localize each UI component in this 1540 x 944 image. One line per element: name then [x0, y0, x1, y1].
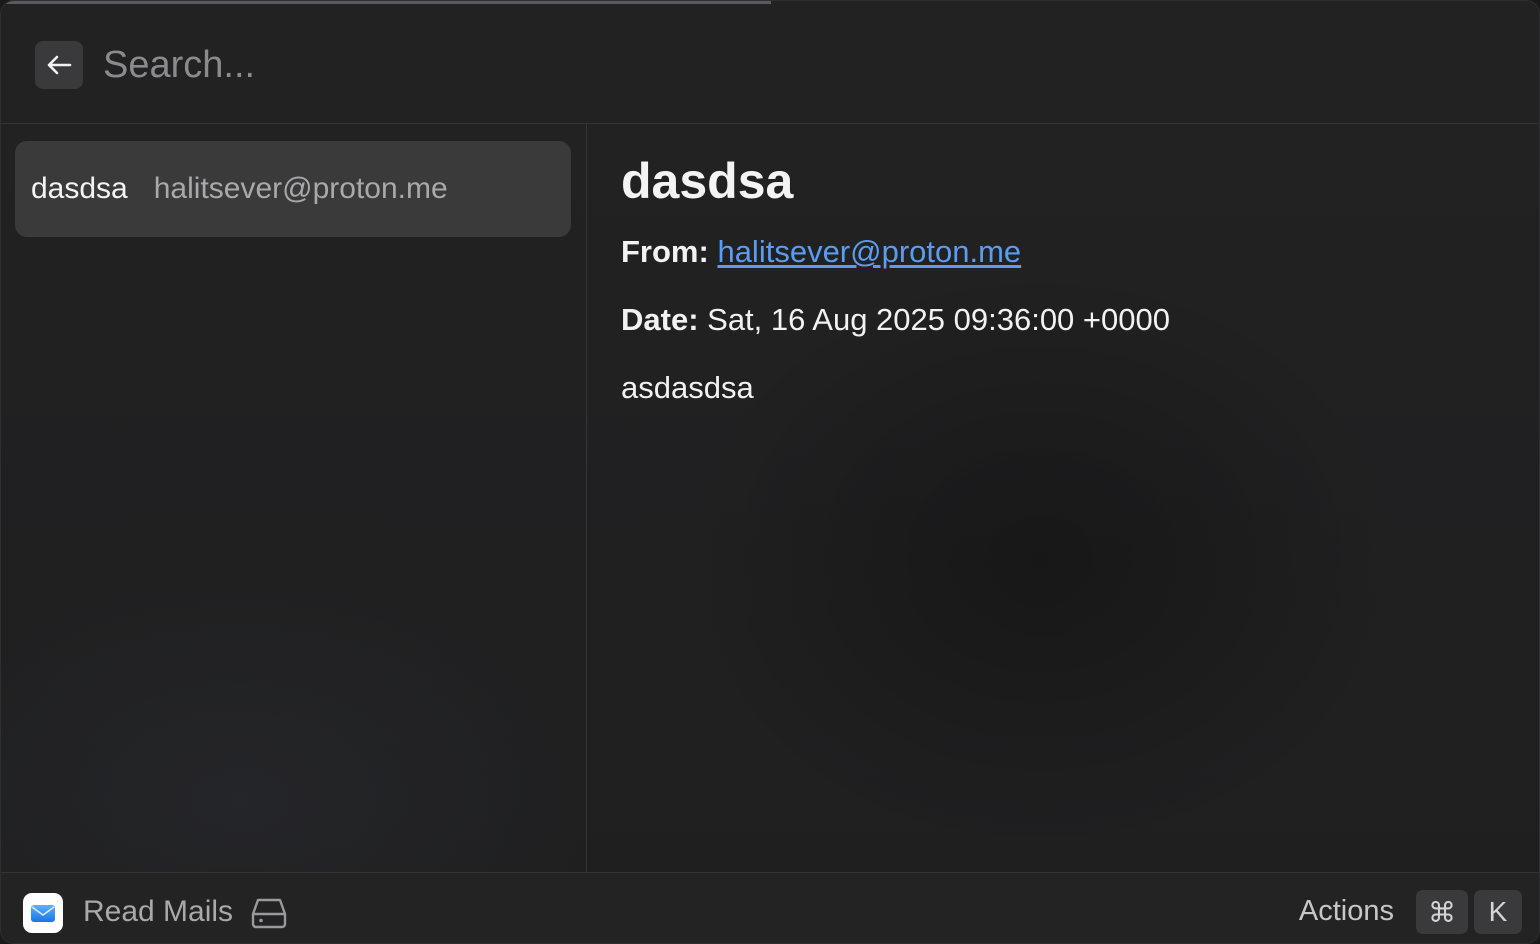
mail-subject-title: dasdsa: [621, 153, 794, 209]
footer-command-title: Read Mails: [83, 895, 234, 928]
actions-button[interactable]: Actions: [1299, 895, 1394, 928]
extension-window: dasdsa halitsever@proton.me dasdsa From:…: [0, 0, 1540, 944]
search-bar: [1, 1, 1539, 124]
back-button[interactable]: [35, 41, 83, 89]
arrow-left-icon: [47, 55, 72, 75]
from-line: From: halitsever@proton.me: [621, 234, 1021, 270]
date-value: Sat, 16 Aug 2025 09:36:00 +0000: [707, 302, 1170, 337]
mail-body: asdasdsa: [621, 370, 754, 405]
hard-drive-icon: [251, 898, 287, 929]
mail-list: dasdsa halitsever@proton.me: [1, 124, 587, 872]
mail-detail: dasdsa From: halitsever@proton.me Date: …: [588, 124, 1539, 872]
from-label: From:: [621, 234, 709, 269]
search-input[interactable]: [103, 37, 1483, 93]
list-item-sender: halitsever@proton.me: [153, 172, 448, 205]
list-item-subject: dasdsa: [31, 172, 128, 205]
from-email-link[interactable]: halitsever@proton.me: [717, 234, 1021, 269]
footer-bar: Read Mails Actions ⌘ K: [1, 872, 1539, 943]
date-line: Date: Sat, 16 Aug 2025 09:36:00 +0000: [621, 302, 1170, 338]
k-key-badge: K: [1474, 890, 1522, 934]
mail-icon: [23, 893, 63, 933]
date-label: Date:: [621, 302, 699, 337]
command-key-badge: ⌘: [1416, 890, 1468, 934]
list-item[interactable]: dasdsa halitsever@proton.me: [15, 141, 571, 237]
